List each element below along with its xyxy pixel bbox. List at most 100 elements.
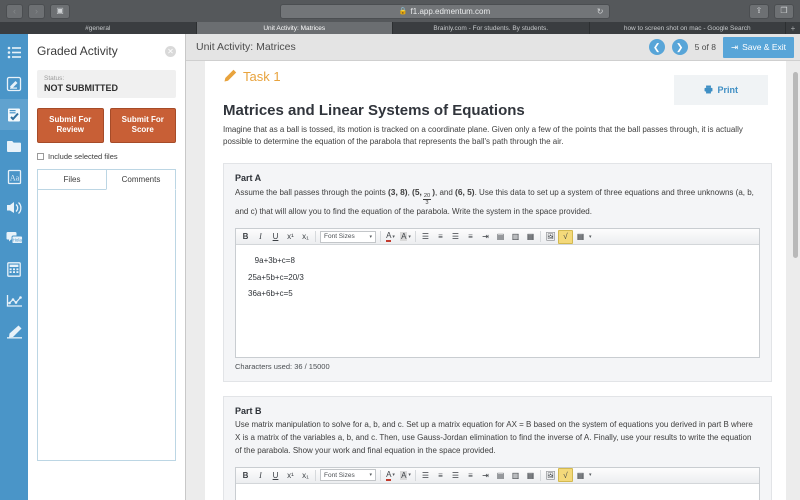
bold-button[interactable]: B — [238, 230, 253, 244]
comments-tab-body[interactable] — [37, 188, 176, 461]
sidebar-item-text-to-speech[interactable] — [0, 192, 28, 223]
sidebar-item-translate[interactable]: Hola — [0, 223, 28, 254]
bullet-list-icon[interactable]: ☰ — [448, 230, 463, 244]
show-tabs-button[interactable]: ❐ — [774, 3, 794, 19]
save-and-exit-button[interactable]: ⇥ Save & Exit — [722, 36, 794, 58]
table-icon[interactable]: ▦ — [573, 468, 588, 482]
browser-tab-google-search[interactable]: how to screen shot on mac - Google Searc… — [589, 22, 786, 34]
sidebar-item-calculator[interactable] — [0, 254, 28, 285]
tool-rail: Aa Hola — [0, 34, 34, 500]
print-label: Print — [717, 85, 738, 95]
browser-tab-brainly[interactable]: Brainly.com - For students. By students. — [393, 22, 590, 34]
equation-icon[interactable]: √ — [558, 229, 573, 244]
bullet-list-icon[interactable]: ☰ — [418, 468, 433, 482]
forward-button[interactable]: › — [28, 3, 45, 19]
align-right-icon[interactable]: ▦ — [523, 230, 538, 244]
sidebar-item-dictionary[interactable]: Aa — [0, 161, 28, 192]
align-center-icon[interactable]: ▥ — [508, 230, 523, 244]
part-a-toolbar: B I U x¹ x₁ Font Sizes ▾ A ▾ A ▾ ☰ ≡ ☰ ≡… — [236, 229, 759, 246]
previous-page-button[interactable]: ❮ — [648, 39, 665, 55]
table-icon[interactable]: ▦ — [573, 230, 588, 244]
highlight-color-button[interactable]: A ▾ — [398, 468, 413, 482]
bold-button[interactable]: B — [238, 468, 253, 482]
scrollbar[interactable] — [793, 72, 798, 492]
text-color-button[interactable]: A ▾ — [383, 230, 398, 244]
browser-toolbar: ‹ › ▣ 🔒 f1.app.edmentum.com ↻ ⇪ ❐ — [0, 0, 800, 22]
browser-tab-unit-activity[interactable]: Unit Activity: Matrices — [196, 22, 393, 34]
part-a-text: Assume the ball passes through the point… — [235, 186, 754, 217]
superscript-button[interactable]: x¹ — [283, 468, 298, 482]
part-b-editor[interactable]: B I U x¹ x₁ Font Sizes ▾ A ▾ A ▾ ☰ ≡ ☰ ≡… — [235, 466, 760, 500]
back-button[interactable]: ‹ — [6, 3, 23, 19]
part-a-heading: Part A — [235, 172, 262, 183]
sidebar-item-notes[interactable] — [0, 68, 28, 99]
share-button[interactable]: ⇪ — [749, 3, 769, 19]
reload-icon[interactable]: ↻ — [597, 7, 604, 16]
next-page-button[interactable]: ❯ — [671, 39, 688, 55]
numbered-list-icon[interactable]: ≡ — [433, 230, 448, 244]
numbered-list-icon[interactable]: ≡ — [463, 468, 478, 482]
part-a-card: Part A Assume the ball passes through th… — [223, 162, 772, 383]
align-left-icon[interactable]: ▤ — [493, 468, 508, 482]
part-a-point-2-open: (5, — [412, 186, 422, 197]
browser-tab-general[interactable]: #general — [0, 22, 197, 34]
close-icon[interactable]: ✕ — [165, 45, 176, 57]
indent-icon[interactable]: ⇥ — [478, 468, 493, 482]
include-selected-files-checkbox[interactable] — [37, 152, 44, 160]
part-a-editor-body[interactable]: 9a+3b+c=8 25a+5b+c=20/3 36a+6b+c=5 — [236, 245, 759, 310]
content-scroll-area[interactable]: Task 1 Print Matrices and Linear Systems… — [186, 61, 800, 500]
submit-for-score-button[interactable]: Submit For Score — [109, 108, 176, 143]
status-box: Status: NOT SUBMITTED — [37, 70, 176, 98]
scrollbar-thumb[interactable] — [793, 72, 798, 258]
subscript-button[interactable]: x₁ — [298, 230, 313, 244]
font-sizes-select[interactable]: Font Sizes ▾ — [320, 230, 376, 243]
activity-header: Unit Activity: Matrices ❮ ❯ 5 of 8 ⇥ Sav… — [186, 34, 800, 61]
application-area: Aa Hola Graded Activity ✕ Status: NOT SU… — [0, 34, 800, 500]
font-sizes-select[interactable]: Font Sizes ▾ — [320, 469, 376, 482]
new-tab-button[interactable]: + — [786, 22, 800, 34]
bullet-list-icon[interactable]: ☰ — [448, 468, 463, 482]
chevron-down-icon: ▾ — [589, 472, 592, 479]
sidebar-item-highlighter[interactable] — [0, 316, 28, 347]
sidebar-item-graph[interactable] — [0, 285, 28, 316]
text-color-button[interactable]: A ▾ — [383, 468, 398, 482]
indent-icon[interactable]: ⇥ — [478, 230, 493, 244]
italic-button[interactable]: I — [253, 230, 268, 244]
tab-comments[interactable]: Comments — [106, 168, 176, 190]
underline-button[interactable]: U — [268, 230, 283, 244]
align-center-icon[interactable]: ▥ — [508, 468, 523, 482]
image-icon[interactable]: 🖼 — [543, 230, 558, 244]
sidebar-item-graded-activity[interactable] — [0, 99, 34, 130]
part-b-toolbar: B I U x¹ x₁ Font Sizes ▾ A ▾ A ▾ ☰ ≡ ☰ ≡… — [236, 467, 759, 484]
highlight-color-swatch: A — [400, 470, 408, 480]
equation-icon[interactable]: √ — [558, 468, 573, 483]
tab-files[interactable]: Files — [37, 168, 106, 190]
sidebar-item-list[interactable] — [0, 37, 28, 68]
page-title: Unit Activity: Matrices — [196, 41, 296, 53]
submit-for-review-button[interactable]: Submit For Review — [37, 108, 104, 143]
underline-button[interactable]: U — [268, 468, 283, 482]
image-icon[interactable]: 🖼 — [543, 468, 558, 482]
address-bar[interactable]: 🔒 f1.app.edmentum.com ↻ — [279, 3, 610, 19]
align-right-icon[interactable]: ▦ — [523, 468, 538, 482]
highlight-color-button[interactable]: A ▾ — [398, 230, 413, 244]
panel-header: Graded Activity ✕ — [37, 44, 176, 58]
part-a-editor[interactable]: B I U x¹ x₁ Font Sizes ▾ A ▾ A ▾ ☰ ≡ ☰ ≡… — [235, 228, 760, 359]
italic-button[interactable]: I — [253, 468, 268, 482]
align-left-icon[interactable]: ▤ — [493, 230, 508, 244]
submit-buttons-row: Submit For Review Submit For Score — [37, 108, 176, 143]
include-selected-files-row[interactable]: Include selected files — [37, 152, 176, 161]
bullet-list-icon[interactable]: ☰ — [418, 230, 433, 244]
chevron-down-icon: ▾ — [369, 472, 372, 479]
numbered-list-icon[interactable]: ≡ — [433, 468, 448, 482]
part-a-point-1: (3, 8) — [388, 186, 408, 197]
sidebar-item-files[interactable] — [0, 130, 28, 161]
part-b-editor-body[interactable] — [236, 484, 759, 500]
numbered-list-icon[interactable]: ≡ — [463, 230, 478, 244]
print-button[interactable]: Print — [674, 75, 768, 105]
subscript-button[interactable]: x₁ — [298, 468, 313, 482]
fraction-denominator: 3 — [425, 200, 429, 207]
chevron-down-icon: ▾ — [589, 233, 592, 240]
sidebar-toggle-button[interactable]: ▣ — [50, 3, 70, 19]
superscript-button[interactable]: x¹ — [283, 230, 298, 244]
